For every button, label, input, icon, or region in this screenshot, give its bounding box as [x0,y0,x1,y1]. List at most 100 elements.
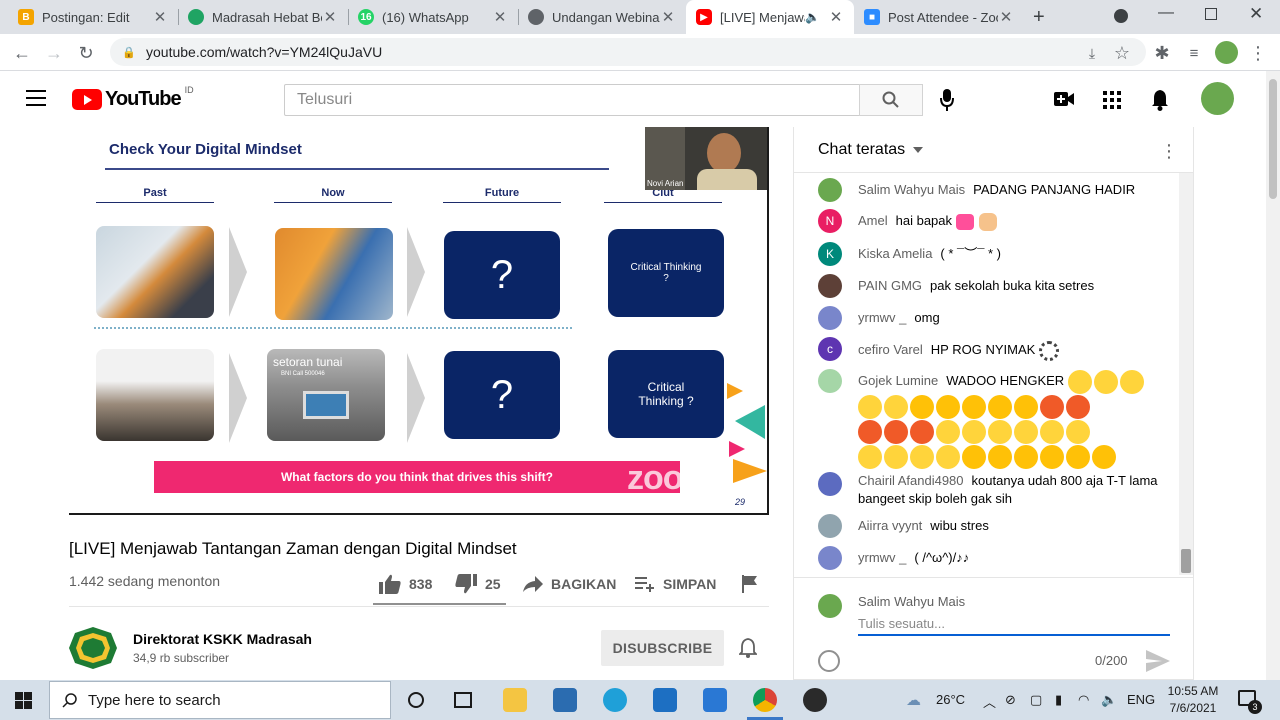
zoom-icon: ■ [864,9,880,25]
task-view-icon[interactable] [454,692,472,708]
page-scrollbar[interactable] [1266,71,1280,680]
profile-avatar[interactable] [1215,41,1238,64]
tab-zoom[interactable]: ■ Post Attendee - Zoo ✕ [854,0,1024,34]
antivirus-icon[interactable]: ⊘ [1005,692,1016,708]
back-button[interactable]: ← [10,41,34,65]
word-icon[interactable] [703,688,727,712]
chevron-down-icon[interactable] [913,146,924,153]
microphone-icon[interactable] [940,89,954,116]
avatar: c [818,337,842,361]
share-button[interactable]: BAGIKAN [523,572,616,596]
forward-button[interactable]: → [42,41,66,65]
subscribed-button[interactable]: DISUBSCRIBE [601,630,724,666]
temperature[interactable]: 26°C [936,692,965,707]
photo-atm: setoran tunai BNI Call 500046 [267,349,385,441]
like-button[interactable]: 838 [379,572,432,596]
microphone-icon[interactable]: ▮ [1055,692,1062,708]
scream-emoji-icon [858,395,882,420]
search-icon [882,91,899,108]
column-header-future: Future [443,187,561,203]
channel-avatar[interactable] [69,627,117,669]
photos-app-icon[interactable] [553,688,577,712]
taskbar-search-input[interactable]: Type here to search [49,681,391,719]
address-bar[interactable]: 🔒 youtube.com/watch?v=YM24lQuJaVU [110,38,1146,66]
meet-now-icon[interactable]: ▢ [1030,692,1042,708]
close-icon[interactable]: ✕ [660,8,676,26]
close-icon[interactable]: ✕ [152,8,168,26]
tab-search-button[interactable] [1114,9,1128,23]
volume-icon[interactable]: 🔈 [1101,692,1117,708]
input-language[interactable]: ENG [1127,692,1155,707]
close-icon[interactable]: ✕ [322,8,338,26]
sunglasses-emoji-icon [1014,395,1038,420]
notification-bell-icon[interactable] [737,638,759,663]
viewer-count: 1.442 sedang menonton [69,573,221,589]
slide-title: Check Your Digital Mindset [109,141,302,158]
emoji-picker-icon[interactable] [818,650,840,672]
arrow-chevron [229,353,247,443]
scrollbar-thumb[interactable] [1181,549,1191,573]
subscriber-count: 34,9 rb subscriber [133,651,230,665]
tab-madrasah[interactable]: Madrasah Hebat Be ✕ [178,0,348,34]
chat-menu-icon[interactable]: ⋮ [1160,141,1178,162]
close-icon[interactable]: ✕ [998,8,1014,26]
avatar [818,472,842,496]
scrollbar-thumb[interactable] [1269,79,1277,199]
browser-menu-icon[interactable]: ⋮ [1246,41,1270,65]
sunglasses-emoji-icon [988,395,1012,420]
send-icon[interactable] [1146,650,1170,672]
arrow-chevron [407,227,425,317]
search-input[interactable]: Telusuri [284,84,860,116]
decorative-triangles [727,383,767,483]
restore-button[interactable] [1205,8,1217,20]
avatar: N [818,209,842,233]
notifications-bell-icon[interactable] [1151,89,1169,116]
report-button[interactable] [741,572,759,596]
weather-icon[interactable]: ☁ [906,691,921,709]
video-player[interactable]: Check Your Digital Mindset Past Now Futu… [69,127,769,515]
grimace-emoji-icon [884,445,908,470]
windows-start-icon[interactable] [15,692,32,709]
close-icon[interactable]: ✕ [828,8,844,26]
close-icon[interactable]: ✕ [492,8,508,26]
window-close-button[interactable]: ✕ [1249,4,1263,24]
extensions-icon[interactable]: ✱ [1150,41,1174,65]
reload-button[interactable]: ↻ [74,41,98,65]
angry-emoji-icon [1092,445,1116,470]
install-icon[interactable]: ⤓ [1080,41,1104,65]
create-video-icon[interactable] [1054,92,1074,111]
speaker-icon[interactable]: 🔈 [805,10,820,24]
chat-scrollbar[interactable] [1179,173,1193,575]
tab-live-video[interactable]: ▶ [LIVE] Menjawab 🔈 ✕ [686,0,854,34]
dislike-button[interactable]: 25 [455,572,501,596]
chat-header[interactable]: Chat teratas [794,127,1194,173]
cursing-emoji-icon [884,420,908,445]
tab-whatsapp[interactable]: 16 (16) WhatsApp ✕ [348,0,518,34]
account-avatar[interactable] [1201,82,1234,115]
photo-gas-station [96,226,214,318]
clock[interactable]: 10:55 AM 7/6/2021 [1166,684,1220,715]
file-explorer-icon[interactable] [503,688,527,712]
avatar: K [818,242,842,266]
chrome-icon[interactable] [753,688,777,712]
new-tab-button[interactable]: + [1033,6,1045,29]
apps-grid-icon[interactable] [1103,91,1121,114]
bookmark-star-icon[interactable]: ☆ [1110,41,1134,65]
media-player-icon[interactable] [803,688,827,712]
media-control-icon[interactable]: ≡ [1182,41,1206,65]
mail-icon[interactable] [653,688,677,712]
cortana-icon[interactable] [408,692,424,708]
edge-icon[interactable] [603,688,627,712]
chat-message-input[interactable]: Tulis sesuatu... [858,614,1170,636]
chevron-up-icon[interactable]: ︿ [983,692,996,711]
wifi-icon[interactable]: ◠ [1078,692,1089,708]
tab-postingan[interactable]: B Postingan: Edit ✕ [8,0,178,34]
tab-undangan[interactable]: Undangan Webinar ✕ [518,0,686,34]
save-button[interactable]: SIMPAN [635,572,716,596]
minimize-button[interactable]: — [1158,4,1174,22]
channel-name[interactable]: Direktorat KSKK Madrasah [133,631,312,647]
critical-thinking-box: Critical Thinking ? [608,229,724,317]
hamburger-menu-icon[interactable] [26,90,46,106]
search-button[interactable] [859,84,923,116]
youtube-logo[interactable]: YouTube ID [72,85,194,111]
